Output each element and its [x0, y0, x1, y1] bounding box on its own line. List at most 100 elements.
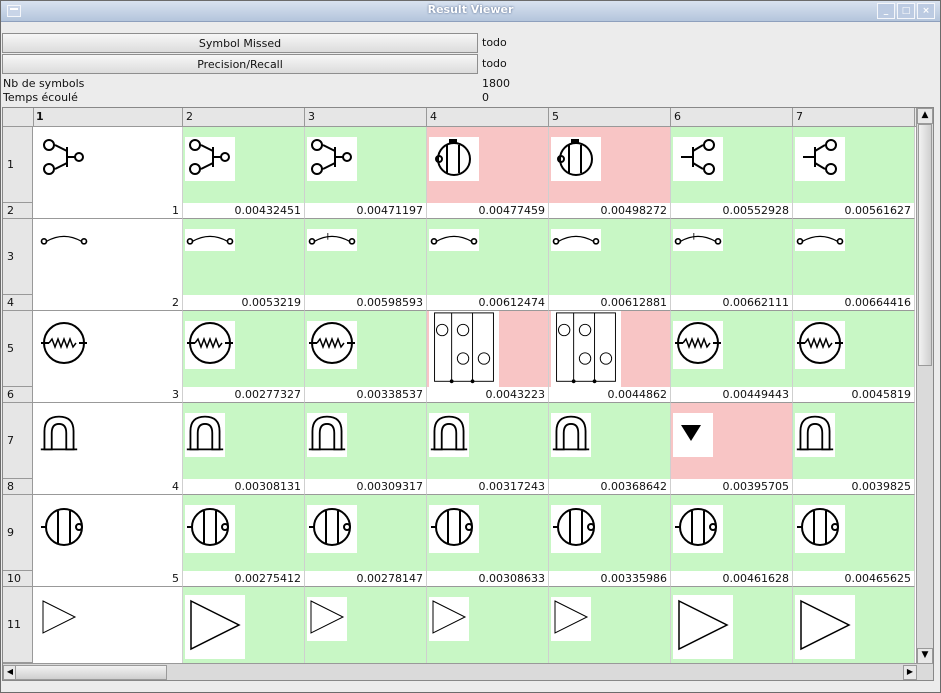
score-cell[interactable]: 0.0039825	[793, 479, 915, 495]
query-symbol-cell[interactable]	[33, 219, 183, 295]
score-cell[interactable]: 0.00317243	[427, 479, 549, 495]
score-cell[interactable]: 0.00465625	[793, 571, 915, 587]
score-cell[interactable]: 0.00308131	[183, 479, 305, 495]
result-symbol-cell[interactable]	[549, 219, 671, 295]
score-cell[interactable]: 0.00395705	[671, 479, 793, 495]
row-header[interactable]: 10	[3, 571, 33, 587]
row-header[interactable]: 3	[3, 219, 33, 295]
score-cell[interactable]: 0.00612474	[427, 295, 549, 311]
score-cell[interactable]: 0.00561627	[793, 203, 915, 219]
query-symbol-cell[interactable]	[33, 403, 183, 479]
result-symbol-cell[interactable]	[671, 219, 793, 295]
column-header-5[interactable]: 5	[549, 108, 671, 126]
column-header-3[interactable]: 3	[305, 108, 427, 126]
result-symbol-cell[interactable]	[549, 587, 671, 663]
horizontal-scroll-thumb[interactable]	[15, 665, 167, 680]
query-id-cell[interactable]: 3	[33, 387, 183, 403]
result-symbol-cell[interactable]	[183, 403, 305, 479]
result-symbol-cell[interactable]	[305, 219, 427, 295]
result-symbol-cell[interactable]	[793, 127, 915, 203]
column-header-6[interactable]: 6	[671, 108, 793, 126]
result-symbol-cell[interactable]	[183, 587, 305, 663]
result-symbol-cell[interactable]	[549, 127, 671, 203]
score-cell[interactable]: 0.00335986	[549, 571, 671, 587]
score-cell[interactable]: 0.00664416	[793, 295, 915, 311]
row-header[interactable]: 2	[3, 203, 33, 219]
query-id-cell[interactable]: 2	[33, 295, 183, 311]
score-cell[interactable]: 0.0045819	[793, 387, 915, 403]
result-symbol-cell[interactable]	[427, 495, 549, 571]
row-header[interactable]: 6	[3, 387, 33, 403]
result-symbol-cell[interactable]	[183, 311, 305, 387]
result-symbol-cell[interactable]	[427, 587, 549, 663]
result-symbol-cell[interactable]	[671, 311, 793, 387]
column-header-1[interactable]: 1	[33, 108, 183, 126]
score-cell[interactable]: 0.00308633	[427, 571, 549, 587]
result-symbol-cell[interactable]	[793, 587, 915, 663]
result-symbol-cell[interactable]	[183, 127, 305, 203]
vertical-scroll-thumb[interactable]	[918, 124, 932, 366]
row-header[interactable]: 1	[3, 127, 33, 203]
score-cell[interactable]: 0.00449443	[671, 387, 793, 403]
results-table[interactable]: 1234567 1 2 1 0.00432451 0.00471197 0.0047745…	[2, 107, 934, 681]
maximize-icon[interactable]: □	[897, 3, 915, 19]
title-bar[interactable]: Result Viewer _ □ ×	[1, 1, 940, 22]
score-cell[interactable]: 0.00552928	[671, 203, 793, 219]
score-cell[interactable]: 0.00278147	[305, 571, 427, 587]
query-id-cell[interactable]: 5	[33, 571, 183, 587]
result-symbol-cell[interactable]	[183, 219, 305, 295]
result-symbol-cell[interactable]	[671, 495, 793, 571]
score-cell[interactable]: 0.00598593	[305, 295, 427, 311]
result-symbol-cell[interactable]	[671, 403, 793, 479]
result-symbol-cell[interactable]	[793, 219, 915, 295]
row-header[interactable]: 7	[3, 403, 33, 479]
score-cell[interactable]: 0.00432451	[183, 203, 305, 219]
score-cell[interactable]: 0.00461628	[671, 571, 793, 587]
scroll-down-arrow-icon[interactable]: ▼	[917, 648, 933, 664]
score-cell[interactable]: 0.00368642	[549, 479, 671, 495]
result-symbol-cell[interactable]	[305, 311, 427, 387]
result-symbol-cell[interactable]	[427, 311, 549, 391]
vertical-scrollbar[interactable]: ▲ ▼	[916, 108, 933, 664]
score-cell[interactable]: 0.00662111	[671, 295, 793, 311]
result-symbol-cell[interactable]	[183, 495, 305, 571]
score-cell[interactable]: 0.00338537	[305, 387, 427, 403]
scroll-up-arrow-icon[interactable]: ▲	[917, 108, 933, 124]
result-symbol-cell[interactable]	[671, 587, 793, 663]
close-icon[interactable]: ×	[917, 3, 935, 19]
precision-recall-button[interactable]: Precision/Recall	[2, 54, 478, 74]
result-symbol-cell[interactable]	[427, 403, 549, 479]
result-symbol-cell[interactable]	[305, 495, 427, 571]
score-cell[interactable]: 0.00612881	[549, 295, 671, 311]
query-symbol-cell[interactable]	[33, 587, 183, 663]
scroll-right-arrow-icon[interactable]: ▶	[903, 665, 917, 680]
score-cell[interactable]: 0.0043223	[427, 387, 549, 403]
row-header[interactable]: 5	[3, 311, 33, 387]
column-header-4[interactable]: 4	[427, 108, 549, 126]
score-cell[interactable]: 0.00309317	[305, 479, 427, 495]
symbol-missed-button[interactable]: Symbol Missed	[2, 33, 478, 53]
result-symbol-cell[interactable]	[305, 587, 427, 663]
query-symbol-cell[interactable]	[33, 127, 183, 203]
result-symbol-cell[interactable]	[549, 403, 671, 479]
score-cell[interactable]: 0.00498272	[549, 203, 671, 219]
result-symbol-cell[interactable]	[427, 127, 549, 203]
row-header[interactable]: 11	[3, 587, 33, 663]
query-symbol-cell[interactable]	[33, 311, 183, 387]
score-cell[interactable]: 0.00277327	[183, 387, 305, 403]
result-symbol-cell[interactable]	[305, 403, 427, 479]
score-cell[interactable]: 0.00275412	[183, 571, 305, 587]
result-symbol-cell[interactable]	[671, 127, 793, 203]
result-symbol-cell[interactable]	[549, 495, 671, 571]
row-header[interactable]: 4	[3, 295, 33, 311]
horizontal-scrollbar[interactable]: ◀ ▶	[3, 663, 933, 680]
result-symbol-cell[interactable]	[793, 311, 915, 387]
row-header[interactable]: 8	[3, 479, 33, 495]
score-cell[interactable]: 0.00471197	[305, 203, 427, 219]
query-symbol-cell[interactable]	[33, 495, 183, 571]
result-symbol-cell[interactable]	[549, 311, 671, 391]
result-symbol-cell[interactable]	[305, 127, 427, 203]
column-header-2[interactable]: 2	[183, 108, 305, 126]
result-symbol-cell[interactable]	[793, 495, 915, 571]
result-symbol-cell[interactable]	[793, 403, 915, 479]
